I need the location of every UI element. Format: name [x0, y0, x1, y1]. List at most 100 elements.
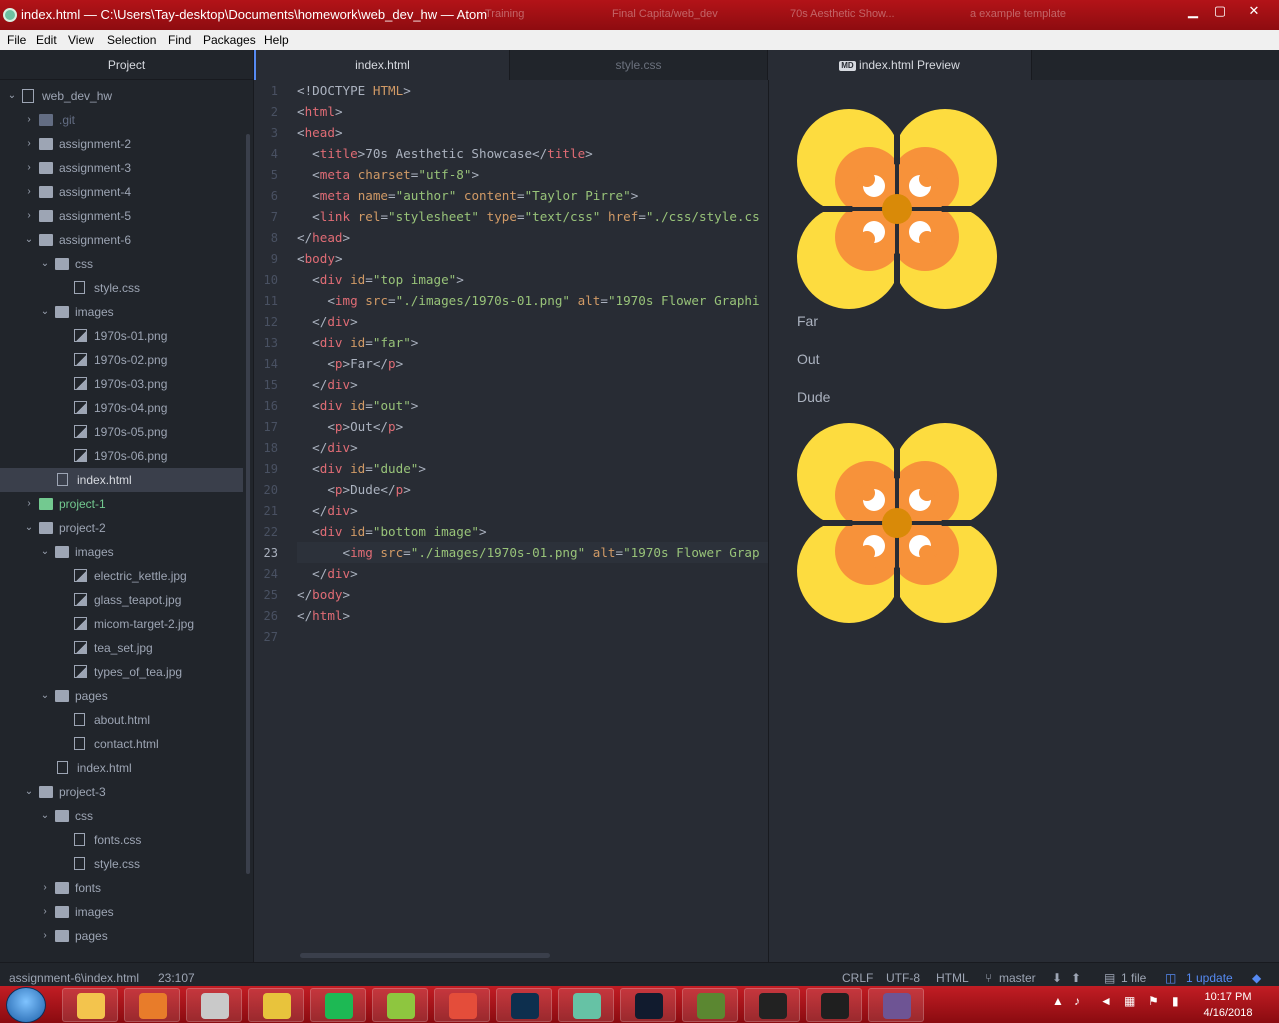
chevron-down-icon[interactable]: ⌄: [24, 516, 34, 540]
chevron-down-icon[interactable]: ⌄: [40, 684, 50, 708]
chevron-right-icon[interactable]: ›: [40, 876, 50, 900]
code-line[interactable]: </head>: [297, 230, 350, 245]
tree-item[interactable]: electric_kettle.jpg: [0, 564, 243, 588]
chevron-down-icon[interactable]: ⌄: [40, 804, 50, 828]
code-line[interactable]: <div id="far">: [297, 335, 418, 350]
tree-item[interactable]: ⌄ assignment-6: [0, 228, 243, 252]
menu-packages[interactable]: Packages: [203, 33, 256, 47]
tree-item[interactable]: style.css: [0, 276, 243, 300]
menu-file[interactable]: File: [7, 33, 26, 47]
chevron-down-icon[interactable]: ⌄: [40, 252, 50, 276]
chevron-down-icon[interactable]: ⌄: [24, 780, 34, 804]
chevron-right-icon[interactable]: ›: [24, 156, 34, 180]
tree-item[interactable]: glass_teapot.jpg: [0, 588, 243, 612]
taskbar-minecraft-button[interactable]: [682, 988, 738, 1022]
chevron-down-icon[interactable]: ⌄: [24, 228, 34, 252]
code-line[interactable]: <body>: [297, 251, 343, 266]
code-line[interactable]: </div>: [297, 440, 358, 455]
status-git-branch[interactable]: master: [999, 971, 1036, 985]
code-line[interactable]: <div id="top image">: [297, 272, 464, 287]
chevron-down-icon[interactable]: ⌄: [40, 540, 50, 564]
code-line[interactable]: <head>: [297, 125, 343, 140]
code-line[interactable]: <div id="dude">: [297, 461, 426, 476]
taskbar-spotify-button[interactable]: [310, 988, 366, 1022]
menu-selection[interactable]: Selection: [107, 33, 156, 47]
code-line[interactable]: <div id="bottom image">: [297, 524, 486, 539]
volume-icon[interactable]: ◄: [1100, 994, 1112, 1008]
status-file-path[interactable]: assignment-6\index.html: [9, 971, 139, 985]
chevron-down-icon[interactable]: ⌄: [7, 84, 17, 108]
taskbar-clock[interactable]: 10:17 PM 4/16/2018: [1198, 989, 1258, 1021]
tree-item[interactable]: 1970s-06.png: [0, 444, 243, 468]
tree-item[interactable]: 1970s-03.png: [0, 372, 243, 396]
tree-item[interactable]: contact.html: [0, 732, 243, 756]
tree-item[interactable]: fonts.css: [0, 828, 243, 852]
tree-item[interactable]: › assignment-4: [0, 180, 243, 204]
tree-item[interactable]: ⌄ project-3: [0, 780, 243, 804]
tree-item[interactable]: ⌄ images: [0, 300, 243, 324]
code-line[interactable]: </div>: [297, 377, 358, 392]
code-line[interactable]: <meta name="author" content="Taylor Pirr…: [297, 188, 638, 203]
squirrel-icon[interactable]: ◆: [1252, 971, 1261, 985]
minimize-button[interactable]: ▁: [1180, 2, 1206, 20]
close-button[interactable]: ✕: [1241, 2, 1267, 20]
code-line[interactable]: </div>: [297, 566, 358, 581]
tree-item[interactable]: style.css: [0, 852, 243, 876]
tree-item[interactable]: › project-1: [0, 492, 243, 516]
tree-item[interactable]: ⌄ pages: [0, 684, 243, 708]
tree-item[interactable]: ⌄ css: [0, 804, 243, 828]
tree-item[interactable]: › fonts: [0, 876, 243, 900]
menu-view[interactable]: View: [68, 33, 94, 47]
code-line[interactable]: <link rel="stylesheet" type="text/css" h…: [297, 209, 760, 224]
tree-item[interactable]: › assignment-3: [0, 156, 243, 180]
code-line[interactable]: <div id="out">: [297, 398, 418, 413]
chevron-right-icon[interactable]: ›: [40, 900, 50, 924]
start-button[interactable]: [6, 987, 46, 1023]
tree-item[interactable]: tea_set.jpg: [0, 636, 243, 660]
taskbar-chrome-button[interactable]: [434, 988, 490, 1022]
tree-item[interactable]: ⌄ project-2: [0, 516, 243, 540]
tree-item[interactable]: › assignment-5: [0, 204, 243, 228]
tree-item[interactable]: › pages: [0, 924, 243, 948]
code-editor[interactable]: 1 2 3 4 5 6 7 8 9 10 11 12 13 14 15 16 17 18 19 20 21 22 23 24 2…: [254, 80, 768, 962]
menu-help[interactable]: Help: [264, 33, 289, 47]
code-line[interactable]: <html>: [297, 104, 343, 119]
code-line[interactable]: <!DOCTYPE HTML>: [297, 83, 411, 98]
code-line[interactable]: </div>: [297, 503, 358, 518]
tree-item[interactable]: index.html: [0, 756, 243, 780]
tree-item[interactable]: › assignment-2: [0, 132, 243, 156]
code-line[interactable]: </body>: [297, 587, 350, 602]
action-center-flag-icon[interactable]: ⚑: [1148, 994, 1159, 1008]
chevron-right-icon[interactable]: ›: [24, 492, 34, 516]
taskbar-github-desktop-button[interactable]: [868, 988, 924, 1022]
taskbar-atom-button[interactable]: [558, 988, 614, 1022]
chevron-down-icon[interactable]: ⌄: [40, 300, 50, 324]
push-up-icon[interactable]: ⬆: [1071, 971, 1081, 985]
tree-item[interactable]: 1970s-01.png: [0, 324, 243, 348]
tree-item[interactable]: about.html: [0, 708, 243, 732]
taskbar-photoshop-button[interactable]: [496, 988, 552, 1022]
tree-item[interactable]: index.html: [0, 468, 243, 492]
tree-item[interactable]: micom-target-2.jpg: [0, 612, 243, 636]
status-updates[interactable]: 1 update: [1186, 971, 1233, 985]
tree-scrollbar[interactable]: [246, 134, 250, 874]
editor-horizontal-scrollbar[interactable]: [300, 953, 550, 958]
chevron-right-icon[interactable]: ›: [24, 204, 34, 228]
tree-item[interactable]: › images: [0, 900, 243, 924]
chevron-right-icon[interactable]: ›: [24, 132, 34, 156]
tree-item[interactable]: 1970s-02.png: [0, 348, 243, 372]
network-signal-icon[interactable]: ▮: [1172, 994, 1179, 1008]
taskbar-muse-button[interactable]: [806, 988, 862, 1022]
status-grammar[interactable]: HTML: [936, 971, 969, 985]
status-encoding[interactable]: UTF-8: [886, 971, 920, 985]
tree-item[interactable]: 1970s-05.png: [0, 420, 243, 444]
taskbar-camera-app-button[interactable]: [372, 988, 428, 1022]
tab-index-html[interactable]: index.html: [254, 50, 510, 80]
taskbar-sonic-button[interactable]: [248, 988, 304, 1022]
menu-find[interactable]: Find: [168, 33, 191, 47]
tree-item[interactable]: ⌄ web_dev_hw: [0, 84, 243, 108]
maximize-button[interactable]: ▢: [1207, 2, 1233, 20]
show-hidden-icons-icon[interactable]: ▲: [1052, 994, 1064, 1008]
code-line[interactable]: <p>Out</p>: [297, 419, 403, 434]
network-share-icon[interactable]: ▦: [1124, 994, 1135, 1008]
